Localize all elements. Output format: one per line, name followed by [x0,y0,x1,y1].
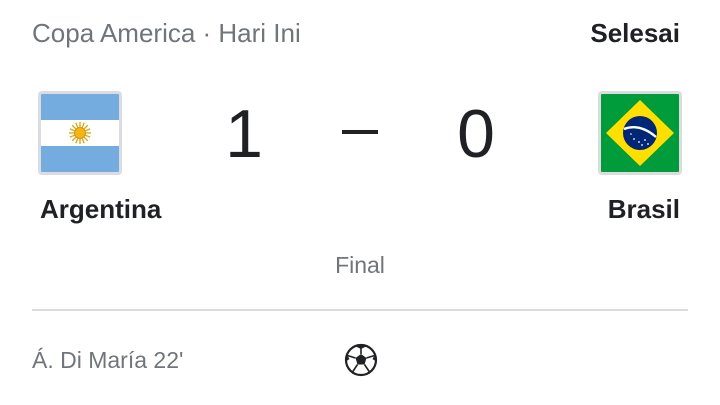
home-team-name[interactable]: Argentina [40,192,161,226]
away-team-name[interactable]: Brasil [608,192,680,226]
home-score: 1 [225,96,263,172]
competition-label[interactable]: Copa America · Hari Ini [32,16,301,50]
soccer-ball-icon [344,343,378,377]
away-score: 0 [457,96,495,172]
match-card[interactable]: Copa America · Hari Ini Selesai Argentin… [0,0,720,405]
goal-scorer-entry: Á. Di María 22' [32,347,184,373]
score-separator [342,130,378,134]
match-status-badge: Selesai [590,18,680,48]
match-period-label: Final [335,252,385,278]
brazil-flag-icon[interactable] [598,91,682,175]
argentina-flag-icon[interactable] [38,91,122,175]
divider [32,309,688,311]
